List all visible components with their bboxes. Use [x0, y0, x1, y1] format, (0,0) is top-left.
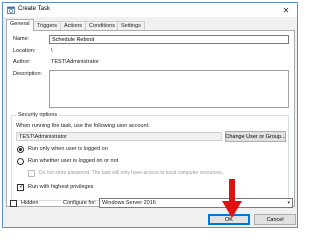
name-label: Name:	[13, 36, 30, 42]
description-label: Description:	[13, 71, 43, 77]
author-value: TEST\Administrator	[51, 59, 99, 65]
user-account-field: TEST\Administrator	[16, 132, 222, 141]
highest-privileges-label[interactable]: Run with highest privileges	[28, 184, 93, 190]
description-field[interactable]	[49, 70, 289, 108]
general-tab-panel: Name: Schedule Reboot Location: \ Author…	[6, 30, 295, 207]
name-field[interactable]: Schedule Reboot	[49, 35, 289, 44]
account-prompt: When running the task, use the following…	[16, 123, 150, 129]
window-title: Create Task	[18, 6, 50, 12]
radio-logged-on-label[interactable]: Run only when user is logged on	[28, 146, 108, 152]
close-icon: ✕	[282, 5, 290, 15]
configure-for-label: Configure for:	[63, 200, 97, 206]
author-label: Author:	[13, 59, 31, 65]
radio-logged-on[interactable]	[17, 146, 24, 153]
location-label: Location:	[13, 48, 36, 54]
radio-logged-on-or-not-label[interactable]: Run whether user is logged on or not	[28, 158, 118, 164]
configure-for-select[interactable]: Windows Server 2016 ▾	[99, 198, 293, 208]
annotation-arrow-icon	[222, 179, 242, 218]
location-value: \	[51, 48, 53, 54]
chevron-down-icon: ▾	[287, 200, 290, 206]
security-options-title: Security options	[16, 112, 60, 118]
radio-logged-on-or-not[interactable]	[17, 158, 24, 165]
title-bar: Create Task ✕	[3, 3, 297, 17]
cancel-button[interactable]: Cancel	[254, 214, 296, 225]
hidden-checkbox[interactable]	[10, 200, 17, 207]
create-task-dialog: Create Task ✕ General Triggers Actions C…	[2, 2, 298, 228]
tab-general[interactable]: General	[6, 19, 34, 31]
highest-privileges-checkbox[interactable]: ✓	[17, 184, 24, 191]
check-icon: ✓	[19, 184, 25, 190]
security-options-group: Security options When running the task, …	[11, 112, 289, 201]
change-user-button[interactable]: Change User or Group...	[225, 131, 286, 142]
do-not-store-password-checkbox[interactable]	[28, 170, 35, 177]
task-scheduler-icon	[7, 6, 15, 14]
do-not-store-password-label: Do not store password. The task will onl…	[39, 170, 224, 176]
close-button[interactable]: ✕	[275, 3, 297, 17]
hidden-label[interactable]: Hidden	[21, 200, 38, 206]
configure-for-value: Windows Server 2016	[102, 200, 156, 206]
